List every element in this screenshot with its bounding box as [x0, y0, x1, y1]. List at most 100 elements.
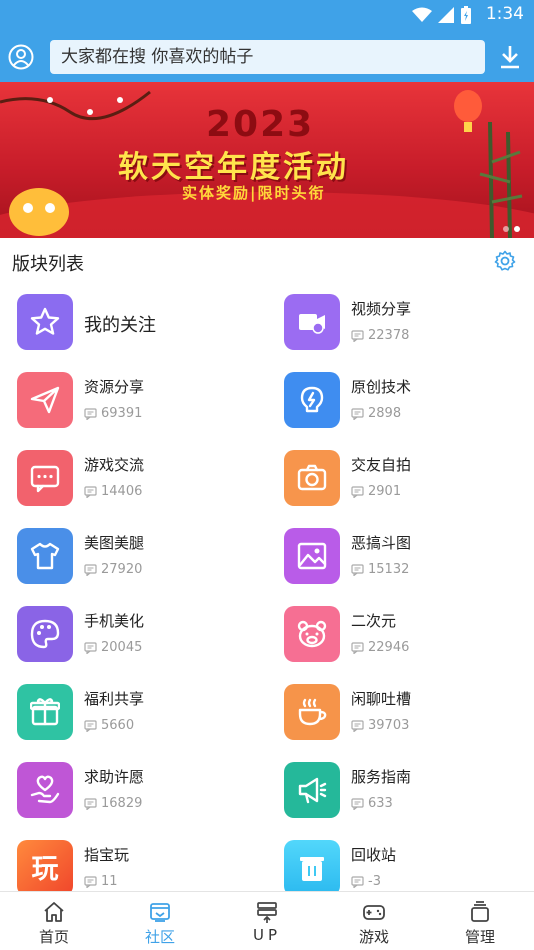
forum-post-count: 15132	[351, 562, 409, 577]
heart-hand-icon	[17, 762, 73, 818]
forum-item[interactable]: 交友自拍 2901	[284, 448, 534, 510]
bottom-nav: 首页 社区 UP 游戏 管理	[0, 891, 534, 950]
wifi-icon	[412, 7, 432, 22]
banner-pager	[503, 226, 520, 232]
home-icon	[44, 902, 64, 922]
forum-item[interactable]: 服务指南 633	[284, 760, 534, 822]
search-placeholder: 大家都在搜 你喜欢的帖子	[61, 47, 254, 67]
forum-item[interactable]: 闲聊吐槽 39703	[284, 682, 534, 744]
shirt-icon	[17, 528, 73, 584]
status-bar: 1:34	[0, 0, 534, 30]
nav-label: 首页	[38, 928, 69, 946]
forum-name: 指宝玩	[84, 846, 130, 864]
forum-name: 交友自拍	[351, 456, 412, 474]
forum-count-value: 633	[368, 796, 393, 811]
gift-icon	[17, 684, 73, 740]
nav-label: 游戏	[358, 928, 389, 946]
pager-dot-active	[514, 226, 520, 232]
comment-icon	[351, 719, 364, 732]
camera-icon	[284, 450, 340, 506]
palette-icon	[17, 606, 73, 662]
forum-item[interactable]: 福利共享 5660	[17, 682, 267, 744]
banner-subtitle: 实体奖励|限时头衔	[182, 184, 326, 202]
comment-icon	[351, 485, 364, 498]
forum-count-value: 39703	[368, 718, 410, 733]
forum-post-count: 2898	[351, 406, 401, 421]
comment-icon	[351, 563, 364, 576]
forum-name: 手机美化	[84, 612, 145, 630]
forum-post-count: 5660	[84, 718, 134, 733]
comment-icon	[84, 875, 97, 888]
comment-icon	[84, 719, 97, 732]
nav-label: 管理	[464, 928, 495, 946]
forum-post-count: 22378	[351, 328, 409, 343]
forum-item[interactable]: 二次元 22946	[284, 604, 534, 666]
forum-name: 资源分享	[84, 378, 145, 396]
nav-label: UP	[252, 926, 282, 944]
nav-label: 社区	[144, 928, 175, 946]
status-time: 1:34	[485, 4, 524, 24]
forum-item[interactable]: 视频分享 22378	[284, 292, 534, 354]
trash-icon	[284, 840, 340, 896]
comment-icon	[84, 641, 97, 654]
forum-name: 闲聊吐槽	[351, 690, 412, 708]
forum-count-value: 69391	[101, 406, 143, 421]
forum-post-count: 22946	[351, 640, 409, 655]
comment-icon	[84, 407, 97, 420]
forum-item[interactable]: 求助许愿 16829	[17, 760, 267, 822]
forum-post-count: -3	[351, 874, 381, 889]
forum-item[interactable]: 游戏交流 14406	[17, 448, 267, 510]
nav-item-manage[interactable]: 管理	[440, 900, 520, 947]
pager-dot	[503, 226, 509, 232]
comment-icon	[351, 875, 364, 888]
video-icon	[284, 294, 340, 350]
forum-count-value: 2898	[368, 406, 402, 421]
settings-gear-icon[interactable]	[494, 250, 516, 272]
forum-name: 服务指南	[351, 768, 412, 786]
battery-icon	[461, 6, 471, 24]
forum-name: 求助许愿	[84, 768, 145, 786]
status-icons	[412, 6, 472, 24]
forum-item[interactable]: 资源分享 69391	[17, 370, 267, 432]
forum-post-count: 20045	[84, 640, 142, 655]
forum-count-value: -3	[368, 874, 381, 889]
community-icon	[150, 903, 170, 922]
forum-post-count: 69391	[84, 406, 142, 421]
promo-banner[interactable]: 2023 软天空年度活动 实体奖励|限时头衔	[0, 82, 534, 238]
forum-count-value: 5660	[101, 718, 135, 733]
banner-year: 2023	[206, 104, 315, 145]
forum-item[interactable]: 我的关注	[17, 292, 267, 354]
forum-post-count: 39703	[351, 718, 409, 733]
forum-name: 回收站	[351, 846, 397, 864]
forum-item[interactable]: 手机美化 20045	[17, 604, 267, 666]
section-header: 版块列表	[0, 242, 534, 282]
download-icon[interactable]	[498, 44, 522, 70]
forum-post-count: 633	[351, 796, 393, 811]
forum-name: 二次元	[351, 612, 397, 630]
app-root: 1:34 大家都在搜 你喜欢的帖子 2023 软天空年度活动 实体奖励|限时头衔…	[0, 0, 534, 950]
forum-count-value: 11	[101, 874, 118, 889]
header: 大家都在搜 你喜欢的帖子	[0, 38, 534, 78]
bulb-icon	[284, 372, 340, 428]
search-box[interactable]: 大家都在搜 你喜欢的帖子	[50, 40, 485, 74]
forum-item[interactable]: 恶搞斗图 15132	[284, 526, 534, 588]
forum-item[interactable]: 原创技术 2898	[284, 370, 534, 432]
play-text-icon: 玩	[17, 840, 73, 896]
nav-item-upload[interactable]: UP	[227, 900, 307, 944]
forum-name: 原创技术	[351, 378, 412, 396]
banner-title: 软天空年度活动	[118, 150, 349, 185]
forum-count-value: 22946	[368, 640, 410, 655]
forum-name: 视频分享	[351, 300, 412, 318]
send-icon	[17, 372, 73, 428]
forum-post-count: 11	[84, 874, 118, 889]
chat-icon	[17, 450, 73, 506]
megaphone-icon	[284, 762, 340, 818]
forum-count-value: 16829	[101, 796, 143, 811]
user-avatar-icon[interactable]	[8, 44, 34, 70]
comment-icon	[84, 563, 97, 576]
nav-item-community[interactable]: 社区	[120, 900, 200, 947]
forum-name: 福利共享	[84, 690, 145, 708]
forum-item[interactable]: 美图美腿 27920	[17, 526, 267, 588]
nav-item-home[interactable]: 首页	[14, 900, 94, 947]
nav-item-gamepad[interactable]: 游戏	[334, 900, 414, 947]
